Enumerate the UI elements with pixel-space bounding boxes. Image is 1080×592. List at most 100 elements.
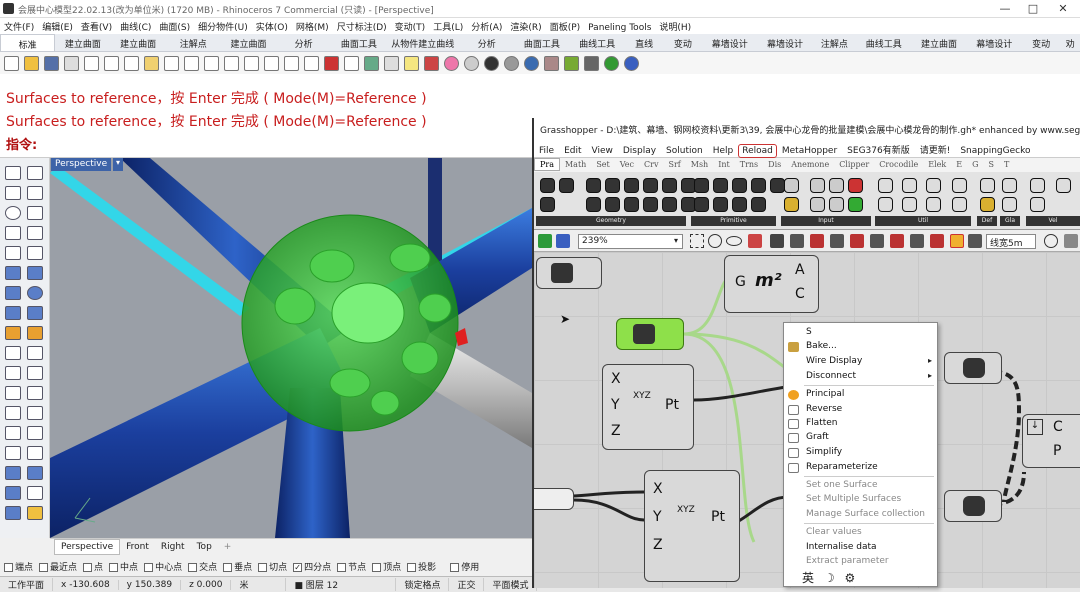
light-icon[interactable] [404, 55, 419, 71]
group-icon[interactable] [5, 486, 21, 500]
viewport-title[interactable]: Perspective [51, 158, 112, 171]
dimension-icon[interactable] [5, 346, 21, 360]
osnap-checkbox-checked[interactable]: ✓ [293, 562, 303, 572]
tab-item[interactable]: 建立曲面 [110, 34, 165, 51]
perspective-viewport[interactable] [50, 158, 532, 538]
tab-item[interactable]: 变动 [663, 34, 702, 51]
gh-toggle-icon[interactable] [810, 178, 825, 193]
explode-icon[interactable] [27, 426, 43, 440]
gh-menu-edit[interactable]: Edit [559, 143, 586, 159]
tab-item[interactable]: 建立曲面 [221, 34, 276, 51]
zoom-selected-icon[interactable] [284, 55, 299, 71]
gh-target-icon[interactable] [708, 234, 722, 248]
ime-settings-icon[interactable]: ⚙ [844, 571, 855, 585]
area-output-c[interactable]: C [795, 286, 805, 302]
fillet-curve-icon[interactable] [5, 246, 21, 260]
rendered-sphere-icon[interactable] [484, 55, 499, 71]
gh-snap-icon[interactable] [950, 234, 964, 248]
tab-item[interactable]: 建立曲面 [55, 34, 110, 51]
gh-value-list-icon[interactable] [829, 197, 844, 212]
gh-tab[interactable]: Trns [735, 159, 763, 170]
zoom-extents-icon[interactable] [264, 55, 279, 71]
gh-colour-icon[interactable] [770, 178, 785, 193]
tab-item[interactable]: 注解点 [166, 34, 221, 51]
menu-reverse[interactable]: Reverse [806, 404, 842, 414]
gh-tab[interactable]: Crv [639, 159, 663, 170]
osnap-near[interactable]: 最近点 [39, 560, 77, 573]
menu-subd[interactable]: 细分物件(U) [194, 18, 252, 35]
check-icon[interactable] [27, 486, 43, 500]
gh-menu-help[interactable]: Help [708, 143, 739, 159]
ime-moon-icon[interactable]: ☽ [824, 571, 835, 585]
status-cplane[interactable]: 工作平面 [0, 578, 54, 591]
cut-icon[interactable] [104, 55, 119, 71]
help-icon[interactable] [624, 55, 639, 71]
open-file-icon[interactable] [24, 55, 39, 71]
shaded-sphere-icon[interactable] [464, 55, 479, 71]
material-icon[interactable] [424, 55, 439, 71]
status-planar[interactable]: 平面模式 [484, 578, 538, 591]
gh-sketch-icon[interactable] [748, 234, 762, 248]
gh-mesh-param-icon[interactable] [586, 197, 601, 212]
gh-surface-param-icon[interactable] [662, 178, 677, 193]
menu-help[interactable]: 说明(H) [655, 18, 695, 35]
zoom-window-icon[interactable] [244, 55, 259, 71]
gh-g-icon[interactable] [1056, 178, 1071, 193]
menu-edit[interactable]: 编辑(E) [38, 18, 77, 35]
osnap-checkbox[interactable] [39, 562, 49, 572]
viewport-dropdown-icon[interactable]: ▾ [113, 158, 123, 171]
gh-tab[interactable]: T [999, 159, 1014, 170]
gh-integer-icon[interactable] [713, 178, 728, 193]
gh-tab[interactable]: Int [713, 159, 735, 170]
gh-menu-file[interactable]: File [534, 143, 559, 159]
tab-right[interactable]: Right [155, 540, 191, 554]
tab-item[interactable]: 曲线工具 [856, 34, 911, 51]
gh-data-dam-icon[interactable] [952, 178, 967, 193]
new-file-icon[interactable] [4, 55, 19, 71]
menu-wire-display[interactable]: Wire Display [806, 356, 862, 366]
menu-simplify[interactable]: Simplify [806, 447, 842, 457]
gh-toolbar-icon[interactable] [810, 234, 824, 248]
osnap-point[interactable]: 点 [83, 560, 103, 573]
curve-output-c[interactable]: C [1053, 419, 1063, 435]
gh-domain-icon[interactable] [694, 197, 709, 212]
gh-tab-params[interactable]: Pra [534, 158, 560, 171]
render-tools-icon[interactable] [5, 506, 21, 520]
menu-graft[interactable]: Graft [806, 432, 829, 442]
cplane-icon[interactable] [364, 55, 379, 71]
osnap-intersection[interactable]: 交点 [188, 560, 217, 573]
gh-curve-param-icon[interactable] [559, 178, 574, 193]
render-mesh-icon[interactable] [27, 326, 43, 340]
gh-tab[interactable]: Msh [686, 159, 713, 170]
gh-geometry-param-icon[interactable] [540, 197, 555, 212]
gh-gate-icon[interactable] [902, 178, 917, 193]
gh-table-icon[interactable] [980, 178, 995, 193]
gh-toolbar-icon[interactable] [870, 234, 884, 248]
gh-jump-icon[interactable] [878, 197, 893, 212]
gh-menu-view[interactable]: View [587, 143, 618, 159]
osnap-mid[interactable]: 中点 [109, 560, 138, 573]
osnap-center[interactable]: 中心点 [144, 560, 182, 573]
gh-number-icon[interactable] [732, 178, 747, 193]
gh-group-param-icon[interactable] [624, 197, 639, 212]
viewport-layout-icon[interactable] [304, 55, 319, 71]
input-component[interactable] [534, 488, 574, 510]
tab-item[interactable]: 分析 [459, 34, 514, 51]
tab-item[interactable]: 曲面工具 [514, 34, 569, 51]
scale-icon[interactable] [27, 386, 43, 400]
select-icon[interactable] [344, 55, 359, 71]
osnap-checkbox[interactable] [407, 562, 417, 572]
surface-icon[interactable] [5, 266, 21, 280]
zoom-icon[interactable] [224, 55, 239, 71]
polygon-icon[interactable] [27, 226, 43, 240]
status-ortho[interactable]: 正交 [449, 578, 485, 591]
gh-swatch-icon[interactable] [848, 178, 863, 193]
gh-tab[interactable]: Anemone [786, 159, 834, 170]
line-width-field[interactable]: 线宽5m [986, 234, 1036, 249]
menu-internalise-data[interactable]: Internalise data [806, 542, 877, 552]
menu-curve[interactable]: 曲线(C) [116, 18, 155, 35]
gh-open-icon[interactable] [538, 234, 552, 248]
import-icon[interactable] [84, 55, 99, 71]
gh-panel-icon[interactable] [829, 178, 844, 193]
menu-principal[interactable]: Principal [806, 389, 844, 399]
